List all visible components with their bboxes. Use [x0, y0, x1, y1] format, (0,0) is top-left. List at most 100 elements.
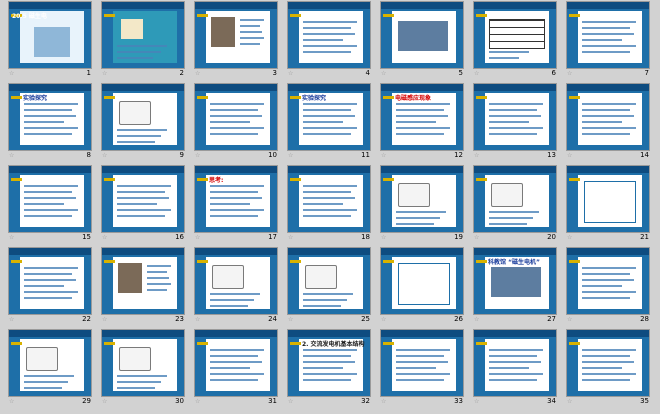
- slide-header-bar: [474, 166, 556, 173]
- slide-number: 16: [175, 233, 184, 241]
- slide-content-card: [113, 93, 177, 145]
- transition-icon: ☆: [567, 398, 573, 405]
- slide-preview: [288, 248, 370, 314]
- text-line: [210, 373, 264, 375]
- text-line: [396, 103, 450, 105]
- text-line: [303, 203, 343, 205]
- slide-number: 33: [454, 397, 463, 405]
- slide-thumbnail-1[interactable]: 20.5 磁生电 ☆ 1: [9, 2, 91, 84]
- text-line: [24, 203, 64, 205]
- text-line: [489, 349, 543, 351]
- slide-thumbnail-13[interactable]: ☆ 13: [474, 84, 556, 166]
- framed-panel: [398, 263, 450, 305]
- slide-thumbnail-21[interactable]: ☆ 21: [567, 166, 649, 248]
- slide-number: 29: [82, 397, 91, 405]
- text-line: [210, 361, 262, 363]
- transition-icon: ☆: [9, 152, 15, 159]
- slide-thumbnail-23[interactable]: ☆ 23: [102, 248, 184, 330]
- slide-preview: [195, 84, 277, 150]
- slide-thumbnail-26[interactable]: ☆ 26: [381, 248, 463, 330]
- slide-thumbnail-35[interactable]: ☆ 35: [567, 330, 649, 412]
- text-line: [303, 305, 341, 307]
- slide-content-card: [206, 93, 270, 145]
- transition-icon: ☆: [381, 152, 387, 159]
- slide-header-bar: [9, 330, 91, 337]
- slide-thumbnail-30[interactable]: ☆ 30: [102, 330, 184, 412]
- slide-thumbnail-10[interactable]: ☆ 10: [195, 84, 277, 166]
- slide-title: 2. 交流发电机基本结构: [302, 341, 365, 348]
- slide-thumbnail-4[interactable]: ☆ 4: [288, 2, 370, 84]
- text-line: [210, 185, 264, 187]
- slide-preview: [567, 84, 649, 150]
- slide-thumbnail-31[interactable]: ☆ 31: [195, 330, 277, 412]
- slide-thumbnail-5[interactable]: ☆ 5: [381, 2, 463, 84]
- text-line: [489, 51, 529, 53]
- section-tag: [569, 14, 580, 17]
- slide-number: 21: [640, 233, 649, 241]
- slide-thumbnail-33[interactable]: ☆ 33: [381, 330, 463, 412]
- slide-title: 20.5 磁生电: [12, 13, 47, 20]
- slide-number: 24: [268, 315, 277, 323]
- text-line: [489, 121, 529, 123]
- slide-thumbnail-25[interactable]: ☆ 25: [288, 248, 370, 330]
- slide-thumbnail-24[interactable]: ☆ 24: [195, 248, 277, 330]
- slide-thumbnail-14[interactable]: ☆ 14: [567, 84, 649, 166]
- slide-thumbnail-34[interactable]: ☆ 34: [474, 330, 556, 412]
- slide-preview: [288, 166, 370, 232]
- slide-thumbnail-2[interactable]: ☆ 2: [102, 2, 184, 84]
- transition-icon: ☆: [474, 398, 480, 405]
- slide-content-card: [206, 11, 270, 63]
- text-line: [396, 373, 450, 375]
- text-line: [303, 373, 357, 375]
- section-tag: [197, 96, 208, 99]
- text-line: [489, 373, 543, 375]
- slide-number: 15: [82, 233, 91, 241]
- slide-thumbnail-9[interactable]: ☆ 9: [102, 84, 184, 166]
- section-tag: [476, 178, 487, 181]
- text-line: [582, 27, 630, 29]
- text-line: [489, 379, 537, 381]
- slide-content-card: [578, 257, 642, 309]
- slide-thumbnail-11[interactable]: 实验探究 ☆ 11: [288, 84, 370, 166]
- slide-preview: [9, 330, 91, 396]
- slide-thumbnail-28[interactable]: ☆ 28: [567, 248, 649, 330]
- slide-diagram: [119, 347, 151, 371]
- slide-thumbnail-22[interactable]: ☆ 22: [9, 248, 91, 330]
- slide-thumbnail-32[interactable]: 2. 交流发电机基本结构 ☆ 32: [288, 330, 370, 412]
- slide-thumbnail-15[interactable]: ☆ 15: [9, 166, 91, 248]
- slide-thumbnail-3[interactable]: ☆ 3: [195, 2, 277, 84]
- slide-content-card: [20, 339, 84, 391]
- text-line: [117, 203, 157, 205]
- slide-thumbnail-8[interactable]: 实验探究 ☆ 8: [9, 84, 91, 166]
- section-tag: [11, 178, 22, 181]
- slide-thumbnail-12[interactable]: 电磁感应现象 ☆ 12: [381, 84, 463, 166]
- text-line: [303, 39, 343, 41]
- section-tag: [197, 14, 208, 17]
- text-line: [210, 115, 262, 117]
- transition-icon: ☆: [474, 316, 480, 323]
- slide-thumbnail-18[interactable]: ☆ 18: [288, 166, 370, 248]
- transition-icon: ☆: [474, 152, 480, 159]
- slide-thumbnail-17[interactable]: 思考: ☆ 17: [195, 166, 277, 248]
- section-tag: [11, 342, 22, 345]
- slide-number: 30: [175, 397, 184, 405]
- section-tag: [104, 14, 115, 17]
- slide-preview: [567, 2, 649, 68]
- slide-thumbnail-6[interactable]: ☆ 6: [474, 2, 556, 84]
- slide-header-bar: [102, 166, 184, 173]
- text-line: [489, 109, 537, 111]
- slide-preview: 实验探究: [9, 84, 91, 150]
- text-line: [117, 45, 167, 47]
- text-line: [303, 103, 357, 105]
- slide-thumbnail-29[interactable]: ☆ 29: [9, 330, 91, 412]
- transition-icon: ☆: [381, 234, 387, 241]
- slide-thumbnail-27[interactable]: 科教馆 “磁生电机” ☆ 27: [474, 248, 556, 330]
- slide-thumbnail-16[interactable]: ☆ 16: [102, 166, 184, 248]
- slide-thumbnail-7[interactable]: ☆ 7: [567, 2, 649, 84]
- text-line: [582, 297, 630, 299]
- slide-thumbnail-19[interactable]: ☆ 19: [381, 166, 463, 248]
- slide-thumbnail-20[interactable]: ☆ 20: [474, 166, 556, 248]
- slide-number: 35: [640, 397, 649, 405]
- slide-number: 18: [361, 233, 370, 241]
- slide-number: 13: [547, 151, 556, 159]
